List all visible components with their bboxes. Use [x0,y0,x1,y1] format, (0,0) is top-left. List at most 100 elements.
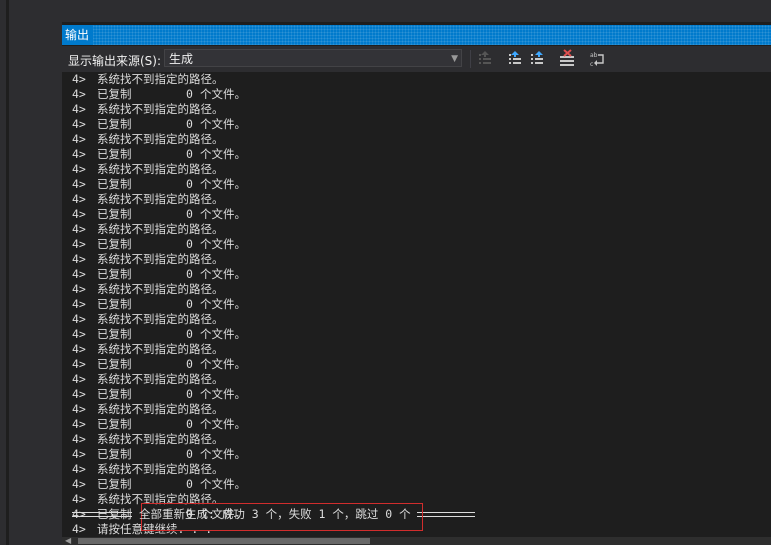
copied-label: 已复制 [97,327,132,341]
output-line: 4> 系统找不到指定的路径。 [72,252,224,267]
copied-unit: 个文件。 [200,417,246,431]
project-prefix: 4> [72,342,86,356]
copied-label: 已复制 [97,267,132,281]
path-not-found-text: 系统找不到指定的路径。 [97,282,224,296]
svg-text:ab: ab [590,52,598,59]
copied-count: 0 [186,417,193,431]
project-prefix: 4> [72,402,86,416]
project-prefix: 4> [72,282,86,296]
output-line: 4> 系统找不到指定的路径。 [72,312,224,327]
output-line: 4> 已复制 0 个文件。 [72,237,246,252]
copied-label: 已复制 [97,147,132,161]
output-line: 4> 系统找不到指定的路径。 [72,342,224,357]
copied-count: 0 [186,447,193,461]
project-prefix: 4> [72,477,86,491]
project-prefix: 4> [72,177,86,191]
top-strip [62,0,771,22]
copied-label: 已复制 [97,177,132,191]
copied-unit: 个文件。 [200,177,246,191]
project-prefix: 4> [72,432,86,446]
output-line: 4> 已复制 0 个文件。 [72,267,246,282]
path-not-found-text: 系统找不到指定的路径。 [97,72,224,86]
output-line: 4> 系统找不到指定的路径。 [72,372,224,387]
copied-count: 0 [186,117,193,131]
project-prefix: 4> [72,387,86,401]
output-text-area[interactable]: 4> 系统找不到指定的路径。 4> 已复制 0 个文件。 4> 系统找不到指定的路径。 4> 已复… [62,72,771,537]
copied-unit: 个文件。 [200,117,246,131]
scrollbar-thumb[interactable] [78,538,370,544]
copied-count: 0 [186,237,193,251]
project-prefix: 4> [72,162,86,176]
project-prefix: 4> [72,492,86,506]
output-line: 4> 已复制 0 个文件。 [72,447,246,462]
copied-unit: 个文件。 [200,237,246,251]
output-line: 4> 已复制 0 个文件。 [72,147,246,162]
copied-unit: 个文件。 [200,447,246,461]
copied-unit: 个文件。 [200,87,246,101]
project-prefix: 4> [72,117,86,131]
copied-label: 已复制 [97,117,132,131]
output-line: 4> 系统找不到指定的路径。 [72,132,224,147]
output-line: 4> 已复制 0 个文件。 [72,357,246,372]
output-line: 4> 已复制 0 个文件。 [72,297,246,312]
chevron-down-icon[interactable]: ▼ [451,50,458,68]
output-line: 4> 系统找不到指定的路径。 [72,402,224,417]
copied-unit: 个文件。 [200,387,246,401]
project-prefix: 4> [72,207,86,221]
copied-unit: 个文件。 [200,207,246,221]
output-line: 4> 已复制 0 个文件。 [72,417,246,432]
clear-all-icon[interactable] [558,49,576,69]
project-prefix: 4> [72,252,86,266]
output-line: 4> 系统找不到指定的路径。 [72,282,224,297]
copied-count: 0 [186,147,193,161]
project-prefix: 4> [72,312,86,326]
copied-unit: 个文件。 [200,477,246,491]
project-prefix: 4> [72,447,86,461]
path-not-found-text: 系统找不到指定的路径。 [97,402,224,416]
scroll-left-icon[interactable]: ◀ [65,537,71,545]
copied-count: 0 [186,327,193,341]
project-prefix: 4> [72,522,86,536]
left-gutter [0,0,62,545]
path-not-found-text: 系统找不到指定的路径。 [97,132,224,146]
copied-count: 0 [186,177,193,191]
copied-count: 0 [186,357,193,371]
path-not-found-text: 系统找不到指定的路径。 [97,162,224,176]
copied-count: 0 [186,477,193,491]
horizontal-scrollbar[interactable]: ◀ [62,537,771,545]
panel-title-bar[interactable]: 输出 [62,25,771,45]
build-summary: 全部重新生成: 成功 3 个，失败 1 个，跳过 0 个 [139,507,411,521]
toggle-word-wrap-icon[interactable]: ab c [588,49,606,69]
project-prefix: 4> [72,297,86,311]
copied-count: 0 [186,297,193,311]
output-line: 4> 系统找不到指定的路径。 [72,192,224,207]
copied-label: 已复制 [97,357,132,371]
project-prefix: 4> [72,357,86,371]
path-not-found-text: 系统找不到指定的路径。 [97,222,224,236]
copied-unit: 个文件。 [200,327,246,341]
toolbar-separator [470,50,471,68]
output-line: 4> 已复制 0 个文件。 [72,327,246,342]
project-prefix: 4> [72,327,86,341]
output-line: 4> 系统找不到指定的路径。 [72,72,224,87]
copied-count: 0 [186,387,193,401]
goto-next-message-icon[interactable] [506,49,524,69]
goto-last-message-icon[interactable] [528,49,546,69]
project-prefix: 4> [72,267,86,281]
copied-label: 已复制 [97,447,132,461]
goto-prev-message-icon[interactable] [476,49,494,69]
path-not-found-text: 系统找不到指定的路径。 [97,372,224,386]
project-prefix: 4> [72,87,86,101]
path-not-found-text: 系统找不到指定的路径。 [97,342,224,356]
source-select-value: 生成 [169,52,194,66]
source-label: 显示输出来源(S): [68,54,162,68]
copied-unit: 个文件。 [200,147,246,161]
output-line: 4> 已复制 0 个文件。 [72,387,246,402]
source-select[interactable]: 生成 ▼ [164,49,462,67]
output-line: 4> 系统找不到指定的路径。 [72,432,224,447]
copied-count: 0 [186,87,193,101]
project-prefix: 4> [72,462,86,476]
copied-label: 已复制 [97,387,132,401]
copied-label: 已复制 [97,417,132,431]
project-prefix: 4> [72,102,86,116]
